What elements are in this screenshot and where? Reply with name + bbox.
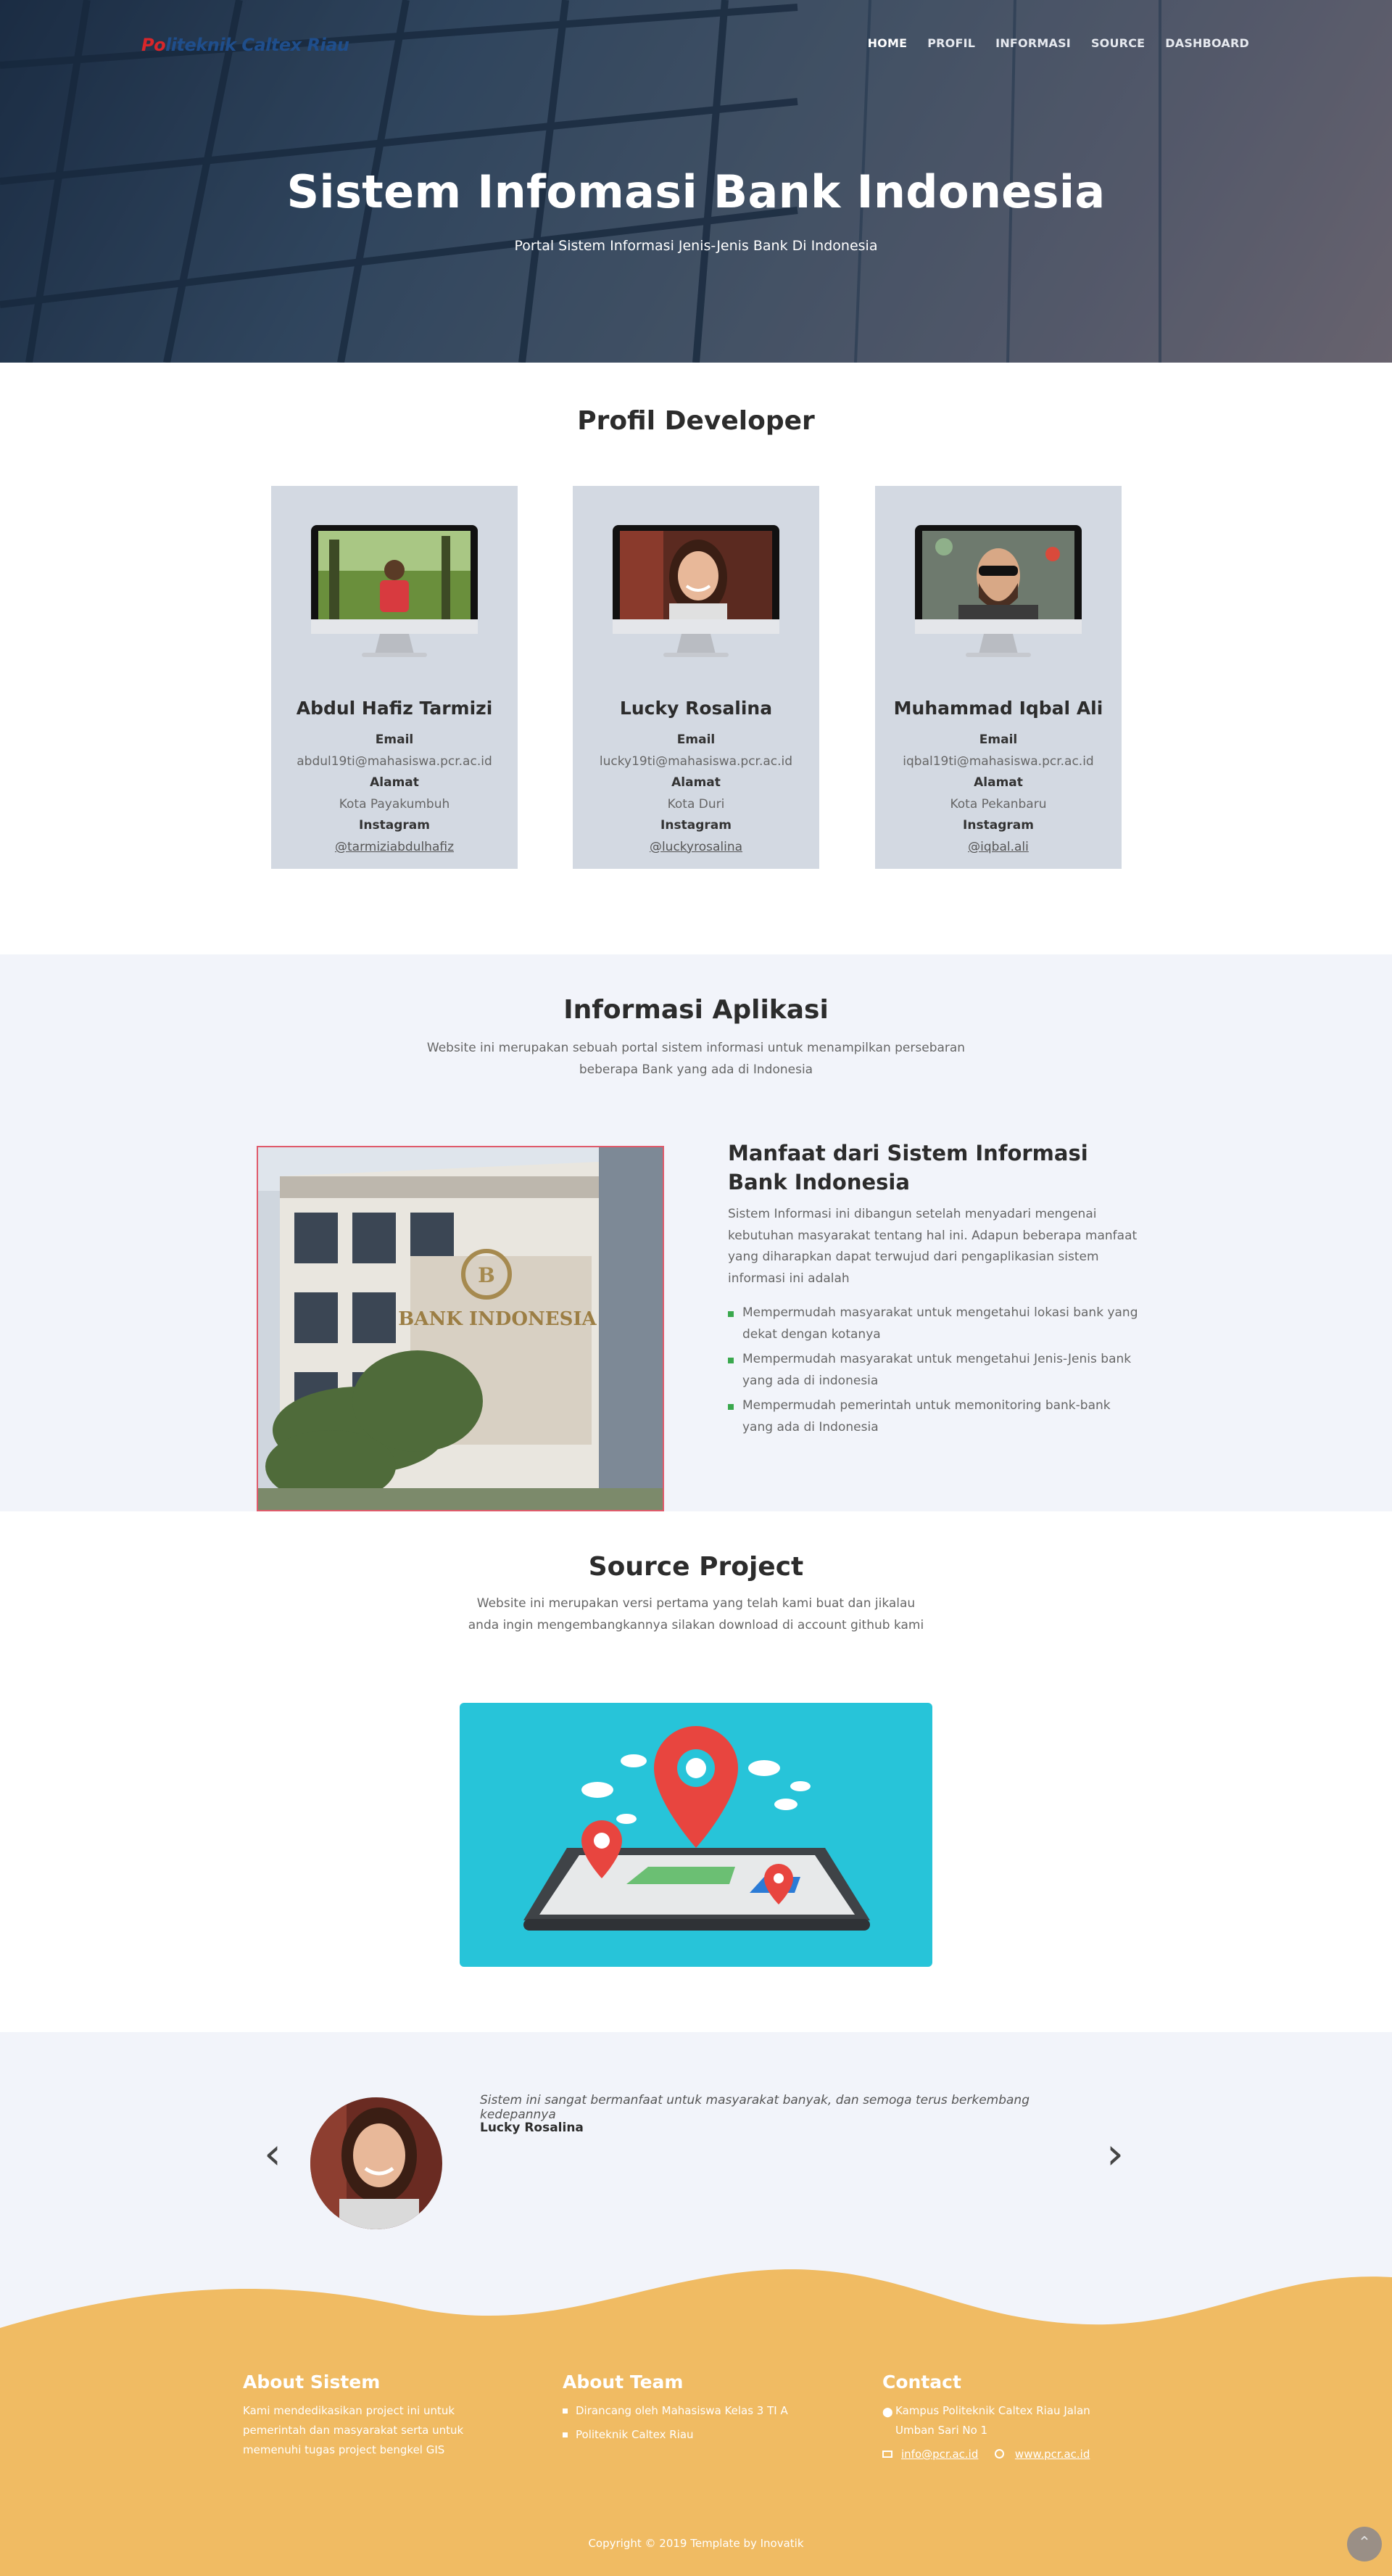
- bank-indonesia-photo: B BANK INDONESIA: [257, 1146, 664, 1511]
- monitor-photo: [915, 525, 1082, 657]
- monitor-photo: [613, 525, 779, 657]
- instagram-label: Instagram: [660, 818, 732, 833]
- developer-name: Abdul Hafiz Tarmizi: [296, 698, 493, 719]
- bullet-square-icon: [728, 1358, 734, 1363]
- source-map-illustration[interactable]: [460, 1703, 932, 1967]
- developer-card: Lucky Rosalina Email lucky19ti@mahasiswa…: [573, 486, 819, 869]
- contact-address: ⬤ Kampus Politeknik Caltex Riau Jalan Umb…: [882, 2401, 1129, 2440]
- developer-name: Lucky Rosalina: [619, 698, 773, 719]
- nav-home[interactable]: HOME: [868, 36, 908, 50]
- developer-card: Muhammad Iqbal Ali Email iqbal19ti@mahas…: [875, 486, 1122, 869]
- contact-web-link[interactable]: www.pcr.ac.id: [1015, 2448, 1090, 2461]
- footer-contact: Contact ⬤ Kampus Politeknik Caltex Riau J…: [882, 2371, 1129, 2464]
- email-label: Email: [676, 732, 716, 747]
- email-label: Email: [375, 732, 414, 747]
- footer-about-team: About Team Dirancang oleh Mahasiswa Kela…: [563, 2371, 809, 2449]
- map-phone-icon: [523, 1726, 870, 1931]
- team-item-text: Dirancang oleh Mahasiswa Kelas 3 TI A: [576, 2404, 788, 2417]
- bullet-square-icon: [728, 1404, 734, 1410]
- alamat-value: Kota Pekanbaru: [950, 796, 1047, 812]
- footer-about-title: About Sistem: [243, 2371, 381, 2393]
- source-desc-line: Website ini merupakan versi pertama yang…: [476, 1596, 916, 1611]
- avatar: [310, 2097, 442, 2229]
- svg-text:B: B: [478, 1263, 495, 1287]
- footer-about-sistem: About Sistem Kami mendedikasikan project…: [243, 2371, 489, 2460]
- footer-contact-title: Contact: [882, 2371, 961, 2393]
- bank-sign-text: BANK INDONESIA: [398, 1308, 597, 1330]
- hero-subtitle: Portal Sistem Informasi Jenis-Jenis Bank…: [514, 238, 878, 254]
- list-item-text: Mempermudah masyarakat untuk mengetahui …: [742, 1352, 1132, 1388]
- bullet-square-icon: [728, 1311, 734, 1317]
- bullet-square-icon: [563, 2408, 568, 2414]
- profil-section-title: Profil Developer: [577, 406, 815, 436]
- list-item: Mempermudah pemerintah untuk memonitorin…: [728, 1395, 1141, 1438]
- instagram-link[interactable]: @iqbal.ali: [875, 837, 1122, 859]
- chevron-right-icon[interactable]: ›: [1106, 2132, 1124, 2176]
- alamat-label: Alamat: [974, 775, 1023, 790]
- envelope-icon: [882, 2451, 892, 2458]
- logo-text: liteknik Caltex Riau: [165, 35, 349, 55]
- list-item-text: Mempermudah masyarakat untuk mengetahui …: [742, 1305, 1138, 1342]
- list-item: Mempermudah masyarakat untuk mengetahui …: [728, 1303, 1141, 1345]
- alamat-value: Kota Duri: [667, 796, 725, 812]
- hero-title: Sistem Infomasi Bank Indonesia: [286, 165, 1106, 218]
- copyright-text: Copyright © 2019 Template by Inovatik: [588, 2537, 804, 2550]
- informasi-desc-line: beberapa Bank yang ada di Indonesia: [579, 1062, 813, 1077]
- chevron-left-icon[interactable]: ‹: [264, 2132, 281, 2176]
- nav-profil[interactable]: PROFIL: [927, 36, 975, 50]
- source-description: Website ini merupakan versi pertama yang…: [450, 1593, 942, 1636]
- informasi-description: Website ini merupakan sebuah portal sist…: [420, 1037, 972, 1081]
- list-item: Mempermudah masyarakat untuk mengetahui …: [728, 1349, 1141, 1392]
- contact-address-text: Kampus Politeknik Caltex Riau Jalan Umba…: [895, 2404, 1090, 2437]
- developer-name: Muhammad Iqbal Ali: [893, 698, 1103, 719]
- source-desc-line: anda ingin mengembangkannya silakan down…: [468, 1618, 924, 1632]
- bank-building-image: B BANK INDONESIA: [258, 1147, 663, 1510]
- list-item: Politeknik Caltex Riau: [563, 2425, 809, 2445]
- hero-header: Politeknik Caltex Riau HOME PROFIL INFOR…: [0, 0, 1392, 363]
- list-item: Dirancang oleh Mahasiswa Kelas 3 TI A: [563, 2401, 809, 2421]
- nav-informasi[interactable]: INFORMASI: [995, 36, 1071, 50]
- testimonial-quote: Sistem ini sangat bermanfaat untuk masya…: [480, 2093, 1030, 2122]
- testimonial-author: Lucky Rosalina: [480, 2121, 584, 2135]
- email-label: Email: [979, 732, 1018, 747]
- bullet-square-icon: [563, 2432, 568, 2437]
- alamat-value: Kota Payakumbuh: [339, 796, 450, 812]
- footer-about-text: Kami mendedikasikan project ini untuk pe…: [243, 2404, 464, 2456]
- developer-card: Abdul Hafiz Tarmizi Email abdul19ti@maha…: [271, 486, 518, 869]
- source-section-title: Source Project: [588, 1552, 804, 1582]
- contact-email-link[interactable]: info@pcr.ac.id: [901, 2448, 978, 2461]
- logo-text-accent: Po: [141, 35, 166, 55]
- email-value: lucky19ti@mahasiswa.pcr.ac.id: [599, 754, 793, 769]
- monitor-photo: [311, 525, 478, 657]
- footer-team-title: About Team: [563, 2371, 684, 2393]
- manfaat-description: Sistem Informasi ini dibangun setelah me…: [728, 1207, 1138, 1286]
- map-marker-icon: ⬤: [882, 2407, 893, 2418]
- instagram-label: Instagram: [963, 818, 1034, 833]
- email-value: abdul19ti@mahasiswa.pcr.ac.id: [297, 754, 492, 769]
- main-nav: HOME PROFIL INFORMASI SOURCE DASHBOARD: [868, 36, 1249, 50]
- nav-dashboard[interactable]: DASHBOARD: [1165, 36, 1249, 50]
- footer-wave-decoration: [0, 2269, 1392, 2342]
- list-item-text: Mempermudah pemerintah untuk memonitorin…: [742, 1398, 1111, 1434]
- globe-icon: [995, 2449, 1005, 2459]
- team-item-text: Politeknik Caltex Riau: [576, 2428, 694, 2441]
- nav-source[interactable]: SOURCE: [1091, 36, 1145, 50]
- testimonial-avatar-image: [310, 2097, 442, 2229]
- back-to-top-button[interactable]: ⌃: [1347, 2527, 1382, 2561]
- contact-links: info@pcr.ac.id www.pcr.ac.id: [882, 2445, 1129, 2464]
- manfaat-list: Mempermudah masyarakat untuk mengetahui …: [728, 1303, 1141, 1442]
- site-logo[interactable]: Politeknik Caltex Riau: [141, 35, 349, 55]
- alamat-label: Alamat: [671, 775, 721, 790]
- alamat-label: Alamat: [370, 775, 419, 790]
- informasi-section-title: Informasi Aplikasi: [563, 995, 829, 1025]
- manfaat-title: Manfaat dari Sistem Informasi Bank Indon…: [728, 1141, 1088, 1194]
- instagram-link[interactable]: @luckyrosalina: [573, 837, 819, 859]
- email-value: iqbal19ti@mahasiswa.pcr.ac.id: [903, 754, 1094, 769]
- instagram-label: Instagram: [359, 818, 430, 833]
- instagram-link[interactable]: @tarmiziabdulhafiz: [271, 837, 518, 859]
- informasi-desc-line: Website ini merupakan sebuah portal sist…: [426, 1041, 966, 1055]
